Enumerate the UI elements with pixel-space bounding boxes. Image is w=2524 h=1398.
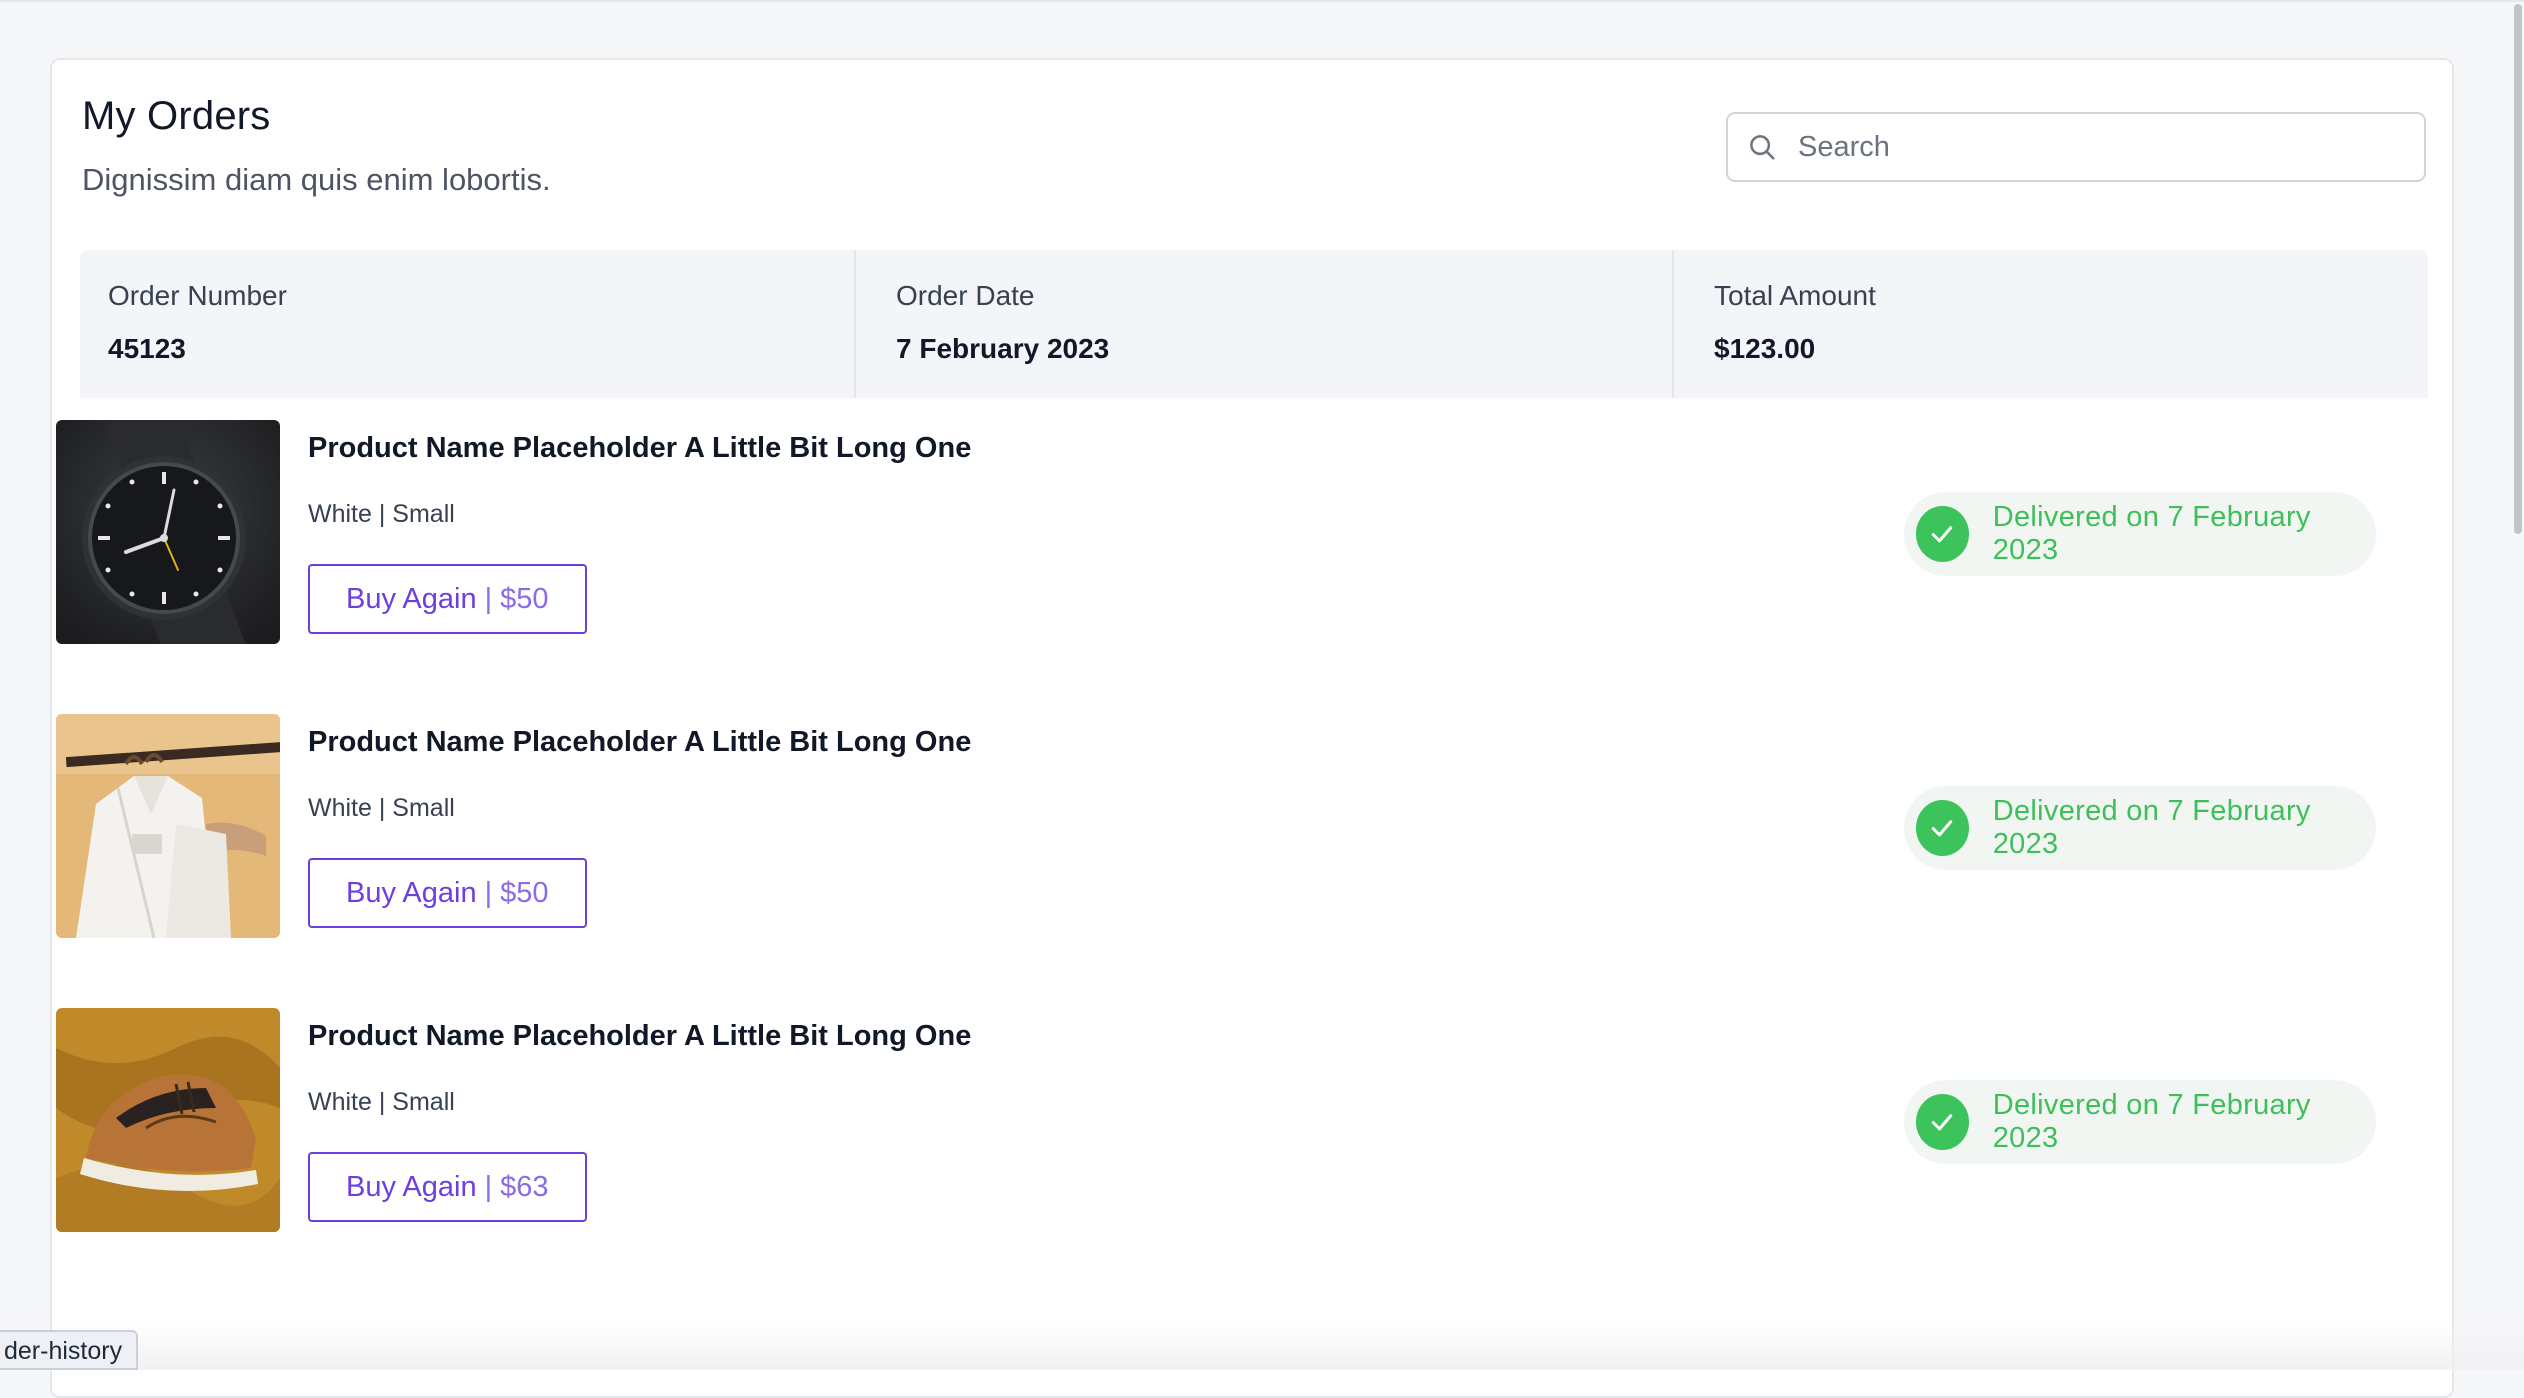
order-date-cell: Order Date 7 February 2023 [854,250,1672,398]
bottom-fade [0,1320,2524,1370]
order-number-cell: Order Number 45123 [80,250,854,398]
search-box[interactable] [1726,112,2426,182]
order-item: Product Name Placeholder A Little Bit Lo… [56,714,2376,938]
total-amount-value: $123.00 [1714,333,1816,364]
order-date-label: Order Date [896,280,1035,311]
product-name[interactable]: Product Name Placeholder A Little Bit Lo… [308,432,971,465]
delivery-status-text: Delivered on 7 February 2023 [1992,795,2311,860]
window-top-edge [0,0,2524,2]
order-items-list: Product Name Placeholder A Little Bit Lo… [56,420,2376,1302]
total-amount-label: Total Amount [1714,280,1876,311]
check-circle-icon [1916,800,1969,856]
product-name[interactable]: Product Name Placeholder A Little Bit Lo… [308,1020,971,1053]
search-icon [1746,131,1778,163]
order-item: Product Name Placeholder A Little Bit Lo… [56,1008,2376,1232]
product-variant: White | Small [308,1088,455,1116]
product-name[interactable]: Product Name Placeholder A Little Bit Lo… [308,726,971,759]
delivery-status-badge: Delivered on 7 February 2023 [1904,786,2376,870]
buy-again-price: $50 [500,876,549,909]
product-image-sneaker[interactable] [56,1008,280,1232]
check-circle-icon [1916,1094,1969,1150]
delivery-status-text: Delivered on 7 February 2023 [1992,501,2311,566]
buy-again-button[interactable]: Buy Again | $50 [308,564,587,634]
product-variant: White | Small [308,794,455,822]
buy-again-separator: | [484,1170,493,1203]
buy-again-label: Buy Again [346,582,477,615]
buy-again-button[interactable]: Buy Again | $50 [308,858,587,928]
buy-again-price: $63 [500,1170,549,1203]
order-summary: Order Number 45123 Order Date 7 February… [80,250,2428,398]
search-input[interactable] [1796,129,2424,165]
buy-again-separator: | [484,582,493,615]
total-amount-cell: Total Amount $123.00 [1672,250,2428,398]
buy-again-separator: | [484,876,493,909]
product-image-watch[interactable] [56,420,280,644]
buy-again-label: Buy Again [346,1170,477,1203]
scrollbar-thumb[interactable] [2514,4,2522,534]
delivery-status-badge: Delivered on 7 February 2023 [1904,1080,2376,1164]
delivery-status-badge: Delivered on 7 February 2023 [1904,492,2376,576]
buy-again-label: Buy Again [346,876,477,909]
order-item: Product Name Placeholder A Little Bit Lo… [56,420,2376,644]
buy-again-price: $50 [500,582,549,615]
check-circle-icon [1916,506,1969,562]
order-date-value: 7 February 2023 [896,333,1110,364]
delivery-status-text: Delivered on 7 February 2023 [1992,1089,2311,1154]
buy-again-button[interactable]: Buy Again | $63 [308,1152,587,1222]
order-number-label: Order Number [108,280,287,311]
page-title: My Orders [82,94,271,138]
page-scrollbar[interactable] [2510,0,2524,540]
status-url-tooltip: der-history [0,1330,139,1370]
order-number-value: 45123 [108,333,186,364]
product-image-shirt[interactable] [56,714,280,938]
product-variant: White | Small [308,500,455,528]
page-subtitle: Dignissim diam quis enim lobortis. [82,162,551,197]
